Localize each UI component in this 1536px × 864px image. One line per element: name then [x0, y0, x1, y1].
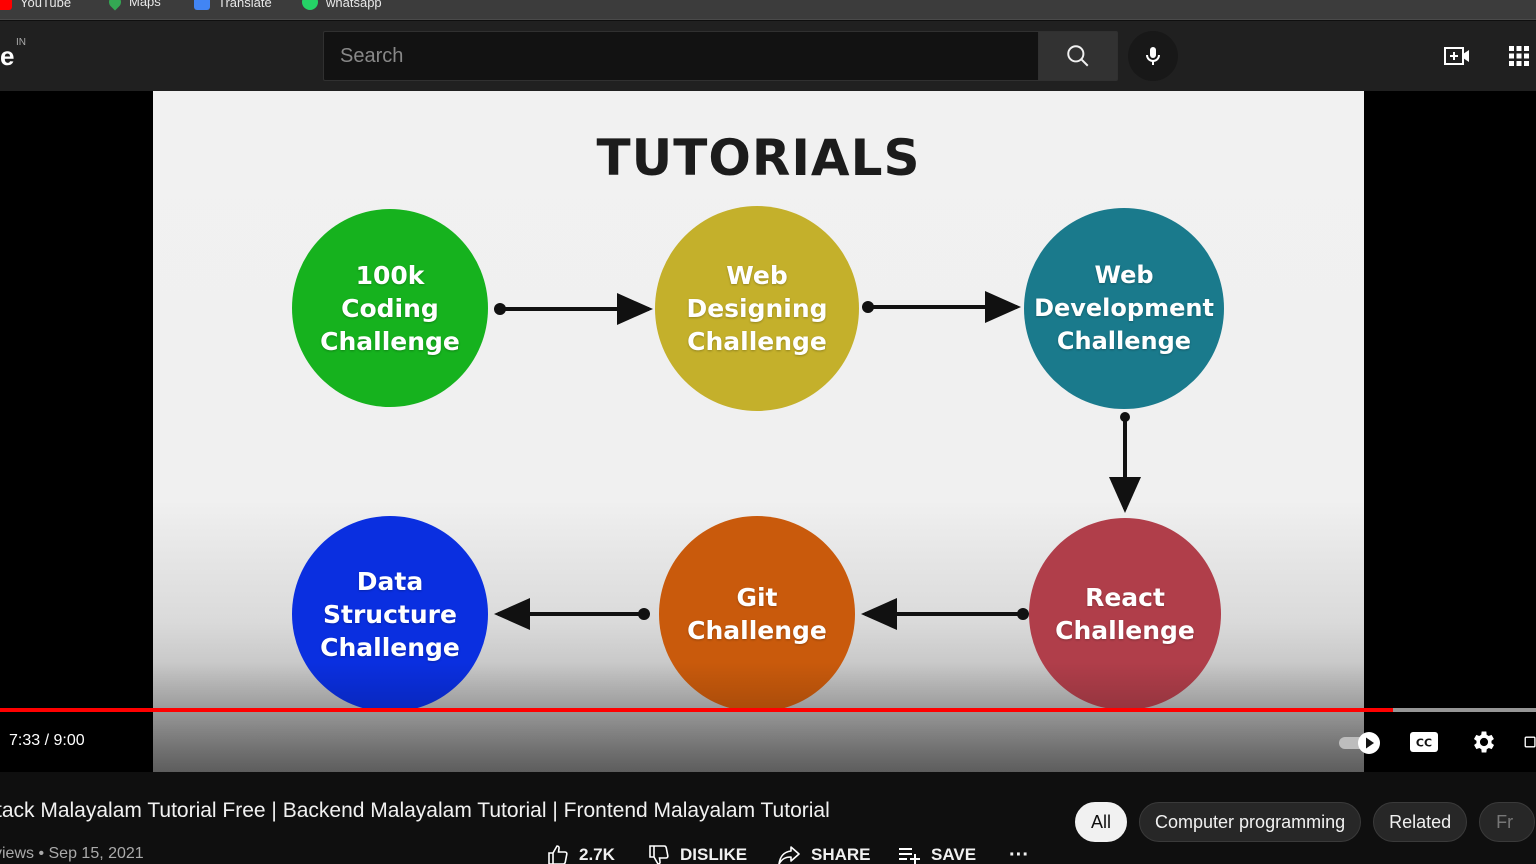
node-git-challenge: Git Challenge [659, 516, 855, 712]
translate-icon [194, 0, 210, 10]
related-chips: All Computer programming Related Fr [1075, 802, 1536, 842]
arrow-git-to-datastructure [494, 598, 650, 630]
bookmark-whatsapp[interactable]: whatsapp [302, 0, 382, 10]
chip-computer-programming[interactable]: Computer programming [1139, 802, 1362, 842]
voice-search-button[interactable] [1128, 31, 1178, 81]
autoplay-toggle-icon [1339, 732, 1380, 754]
node-web-development-challenge: Web Development Challenge [1024, 208, 1224, 409]
more-actions-button[interactable]: ··· [1009, 843, 1029, 864]
cc-icon: CC [1410, 732, 1438, 752]
video-title: tack Malayalam Tutorial Free | Backend M… [0, 799, 830, 822]
mic-icon [1146, 47, 1160, 65]
playlist-add-icon [899, 848, 920, 864]
maps-icon [106, 0, 124, 10]
chip-from[interactable]: Fr [1479, 802, 1536, 842]
dislike-button[interactable]: DISLIKE [646, 843, 747, 864]
time-display: 7:33 / 9:00 [9, 732, 85, 749]
node-react-challenge: React Challenge [1029, 518, 1221, 710]
search-box [323, 31, 1039, 81]
video-frame: TUTORIALS 100k Coding Challenge Web Desi… [153, 91, 1364, 772]
dislike-label: DISLIKE [680, 845, 748, 864]
arrow-react-to-git [861, 598, 1029, 630]
miniplayer-icon [1524, 736, 1536, 748]
svg-text:CC: CC [1416, 737, 1432, 750]
search-input[interactable] [340, 44, 1039, 68]
bookmark-label: YouTube [20, 0, 72, 10]
save-label: SAVE [931, 845, 977, 864]
autoplay-toggle[interactable] [1336, 724, 1384, 760]
apps-grid-icon [1509, 46, 1529, 66]
video-player[interactable]: TUTORIALS 100k Coding Challenge Web Desi… [0, 91, 1536, 772]
node-data-structure-challenge: Data Structure Challenge [292, 516, 488, 712]
youtube-icon [0, 0, 12, 10]
arrow-webdesign-to-webdev [862, 291, 1021, 323]
progress-played [0, 708, 1393, 712]
thumbs-up-icon [548, 845, 568, 864]
whatsapp-icon [302, 0, 318, 10]
logo-country-code: IN [16, 37, 26, 48]
share-button[interactable]: SHARE [775, 843, 871, 864]
bookmark-youtube[interactable]: YouTube [0, 0, 71, 10]
more-icon: ··· [1009, 843, 1029, 864]
progress-bar[interactable] [0, 708, 1536, 712]
video-meta: views • Sep 15, 2021 [0, 845, 144, 862]
bookmark-translate[interactable]: Translate [194, 0, 272, 10]
node-web-designing-challenge: Web Designing Challenge [655, 206, 859, 411]
search-icon [1067, 45, 1089, 67]
share-label: SHARE [811, 845, 871, 864]
captions-button[interactable]: CC [1404, 724, 1444, 760]
arrow-webdev-to-react [1109, 412, 1141, 513]
chip-all[interactable]: All [1075, 802, 1128, 842]
gear-icon [1473, 731, 1495, 753]
youtube-logo[interactable]: e [0, 41, 15, 72]
thumbs-down-icon [649, 845, 669, 864]
youtube-watch-page: YouTube Maps Translate whatsapp e IN Sea… [0, 0, 1536, 864]
bookmark-label: whatsapp [326, 0, 382, 10]
create-video-button[interactable] [1440, 40, 1474, 72]
miniplayer-button[interactable] [1522, 724, 1536, 760]
chip-related[interactable]: Related [1373, 802, 1468, 842]
node-coding-challenge: 100k Coding Challenge [292, 209, 488, 407]
bookmark-label: Maps [129, 0, 161, 9]
search-button[interactable] [1038, 31, 1118, 81]
like-count: 2.7K [579, 845, 615, 864]
save-button[interactable]: SAVE [895, 843, 976, 864]
arrow-coding-to-webdesign [494, 293, 653, 325]
video-create-icon [1444, 47, 1469, 65]
settings-button[interactable] [1464, 724, 1504, 760]
like-button[interactable]: 2.7K [545, 843, 615, 864]
apps-button[interactable] [1502, 40, 1536, 72]
bookmark-label: Translate [218, 0, 272, 10]
share-icon [778, 846, 800, 864]
bookmarks-bar: YouTube Maps Translate whatsapp [0, 0, 1536, 20]
bookmark-maps[interactable]: Maps [106, 0, 161, 10]
